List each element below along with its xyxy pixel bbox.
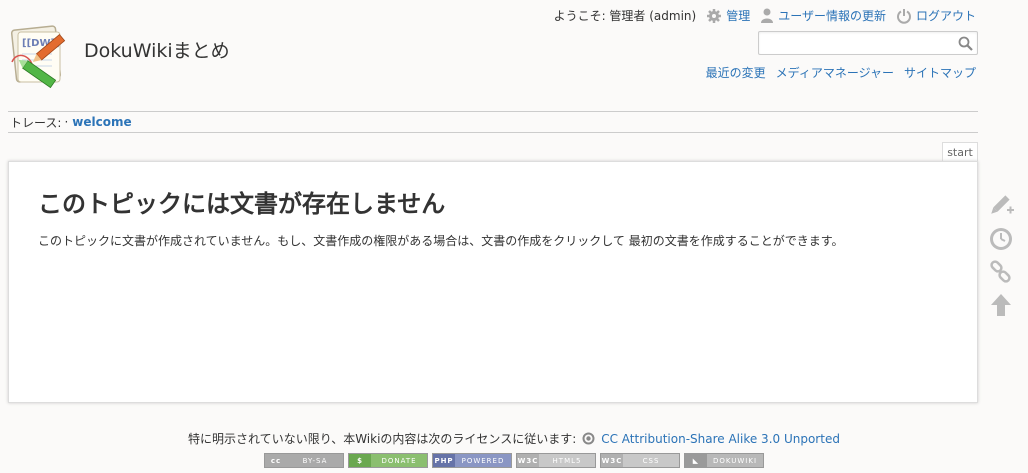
admin-label[interactable]: 管理 [726, 7, 750, 24]
dokuwiki-logo-icon: [[DW]] [10, 25, 66, 89]
backlinks-icon [990, 260, 1011, 283]
php-powered-badge[interactable]: PHP POWERED [432, 453, 512, 468]
site-tools: 最近の変更 メディアマネージャー サイトマップ [706, 64, 976, 81]
create-page-icon [991, 195, 1014, 214]
cc-license-badge[interactable]: cc BY-SA [264, 453, 344, 468]
badge-right-label: CSS [623, 454, 679, 467]
sitemap-link[interactable]: サイトマップ [904, 64, 976, 81]
page-tools [986, 194, 1016, 317]
old-revisions-icon [990, 228, 1012, 250]
cc-license-icon [582, 432, 595, 445]
page-id: start [942, 142, 978, 162]
admin-link[interactable]: 管理 [706, 7, 750, 24]
badge-right-label: DOKUWIKI [707, 454, 763, 467]
breadcrumb-item-welcome[interactable]: welcome [72, 115, 131, 129]
html5-badge[interactable]: W3C HTML5 [516, 453, 596, 468]
welcome-text: ようこそ: 管理者 (admin) [553, 9, 697, 23]
old-revisions-button[interactable] [987, 227, 1015, 251]
create-page-button[interactable] [987, 194, 1015, 218]
page-title: このトピックには文書が存在しません [38, 190, 446, 218]
gear-icon [707, 8, 722, 23]
badge-right-label: DONATE [371, 454, 427, 467]
page-text: このトピックに文書が作成されていません。もし、文書作成の権限がある場合は、文書の… [38, 234, 844, 248]
logout-link[interactable]: ログアウト [896, 7, 976, 24]
license-text: 特に明示されていない限り、本Wikiの内容は次のライセンスに従います: [188, 432, 577, 446]
user-tools: ようこそ: 管理者 (admin) 管理 ユーザー情報の更新 ログアウト [554, 7, 976, 24]
breadcrumb: トレース: · welcome [8, 111, 978, 133]
dokuwiki-badge[interactable]: ◣ DOKUWIKI [684, 453, 764, 468]
license: 特に明示されていない限り、本Wikiの内容は次のライセンスに従います: CC A… [0, 430, 1028, 447]
site-title[interactable]: DokuWikiまとめ [84, 36, 230, 63]
breadcrumb-separator: · [64, 115, 69, 129]
badge-left-label: $ [349, 454, 371, 467]
badge-right-label: POWERED [455, 454, 511, 467]
footer-buttons: cc BY-SA $ DONATE PHP POWERED W3C HTML5 W3C CSS ◣ D… [0, 453, 1028, 468]
badge-left-label: cc [265, 454, 287, 467]
power-icon [897, 8, 911, 24]
badge-left-label: W3C [517, 454, 539, 467]
search-box [758, 31, 978, 55]
profile-link[interactable]: ユーザー情報の更新 [760, 7, 886, 24]
site-logo[interactable]: [[DW]] [8, 22, 72, 90]
media-manager-link[interactable]: メディアマネージャー [776, 64, 894, 81]
profile-label[interactable]: ユーザー情報の更新 [778, 7, 886, 24]
license-link[interactable]: CC Attribution-Share Alike 3.0 Unported [601, 432, 840, 446]
backlinks-button[interactable] [987, 260, 1015, 284]
logout-label[interactable]: ログアウト [916, 7, 976, 24]
back-to-top-button[interactable] [987, 293, 1015, 317]
user-icon [761, 8, 774, 23]
css-badge[interactable]: W3C CSS [600, 453, 680, 468]
back-to-top-icon [991, 294, 1011, 316]
breadcrumb-label: トレース: [10, 115, 62, 130]
badge-left-label: ◣ [685, 454, 707, 467]
badge-right-label: HTML5 [539, 454, 595, 467]
page-content: このトピックには文書が存在しません このトピックに文書が作成されていません。もし… [8, 161, 978, 403]
search-icon[interactable] [958, 36, 973, 51]
recent-changes-link[interactable]: 最近の変更 [706, 64, 766, 81]
badge-right-label: BY-SA [287, 454, 343, 467]
search-input[interactable] [763, 32, 953, 54]
badge-left-label: W3C [601, 454, 623, 467]
donate-badge[interactable]: $ DONATE [348, 453, 428, 468]
badge-left-label: PHP [433, 454, 455, 467]
